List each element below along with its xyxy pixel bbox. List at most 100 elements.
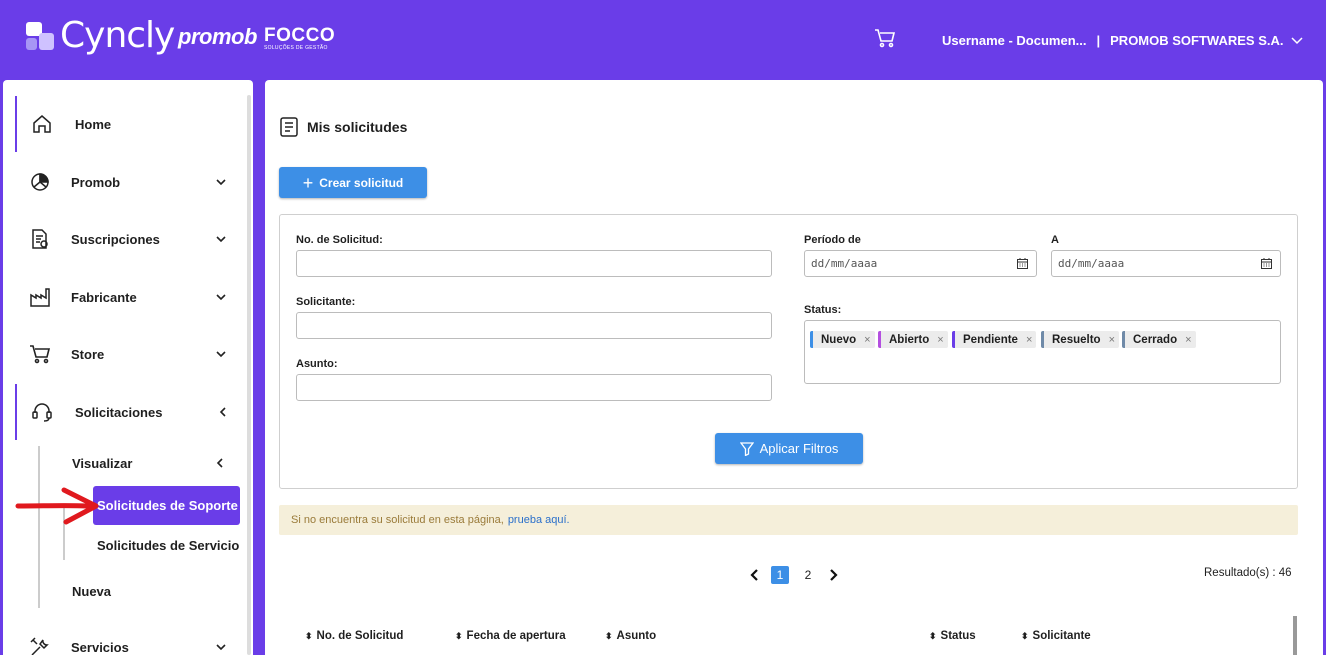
sidebar-item-suscripciones[interactable]: Suscripciones bbox=[15, 214, 237, 264]
subscription-icon bbox=[32, 229, 48, 249]
status-chip-abierto: Abierto × bbox=[878, 331, 948, 348]
create-request-button[interactable]: + Crear solicitud bbox=[279, 167, 427, 198]
sidebar-item-label: Servicios bbox=[71, 639, 129, 655]
factory-icon bbox=[30, 288, 50, 307]
notice-text: Si no encuentra su solicitud en esta pág… bbox=[291, 514, 504, 526]
sidebar: Home Promob Suscripciones Fabricante Sto… bbox=[3, 80, 253, 655]
sidebar-item-promob[interactable]: Promob bbox=[15, 157, 237, 207]
cyncly-logo-mark bbox=[26, 22, 54, 50]
cart-icon[interactable] bbox=[874, 28, 898, 50]
notice-banner: Si no encuentra su solicitud en esta pág… bbox=[279, 505, 1298, 535]
column-header-status[interactable]: ⬍ Status bbox=[929, 630, 976, 642]
chip-label: Cerrado bbox=[1133, 333, 1178, 346]
sort-icon: ⬍ bbox=[1021, 630, 1029, 641]
notice-link[interactable]: prueba aquí. bbox=[508, 514, 570, 526]
close-icon[interactable]: × bbox=[1026, 334, 1032, 346]
page-2-button[interactable]: 2 bbox=[799, 566, 817, 584]
column-label: No. de Solicitud bbox=[316, 630, 404, 642]
chevron-down-icon bbox=[216, 236, 226, 243]
submenu-solicitudes-soporte[interactable]: Solicitudes de Soporte bbox=[93, 486, 240, 525]
period-from-label: Período de bbox=[804, 234, 861, 246]
submenu-solicitudes-servicio[interactable]: Solicitudes de Servicio bbox=[97, 538, 239, 553]
filters-panel: No. de Solicitud: Solicitante: Asunto: P… bbox=[279, 214, 1298, 489]
apply-filters-button[interactable]: Aplicar Filtros bbox=[715, 433, 863, 464]
status-chip-resuelto: Resuelto × bbox=[1041, 331, 1120, 348]
calendar-icon[interactable] bbox=[1017, 258, 1028, 269]
page-title: Mis solicitudes bbox=[279, 116, 407, 138]
chip-color-bar bbox=[1041, 331, 1044, 348]
cart-icon bbox=[30, 345, 51, 364]
status-multiselect[interactable]: Nuevo × Abierto × Pendiente × Resuelto ×… bbox=[804, 320, 1281, 384]
sidebar-item-label: Store bbox=[71, 346, 105, 362]
sidebar-item-label: Promob bbox=[71, 174, 121, 190]
chevron-left-icon[interactable] bbox=[749, 568, 761, 582]
chip-label: Resuelto bbox=[1052, 333, 1101, 346]
table-scrollbar[interactable] bbox=[1293, 616, 1297, 655]
user-menu[interactable]: Username - Documen... | PROMOB SOFTWARES… bbox=[942, 33, 1304, 48]
focco-tagline: SOLUÇÕES DE GESTÃO bbox=[264, 45, 328, 51]
period-to-label: A bbox=[1051, 234, 1059, 246]
close-icon[interactable]: × bbox=[1185, 334, 1191, 346]
date-placeholder: dd/mm/aaaa bbox=[811, 257, 878, 270]
headset-icon bbox=[32, 403, 52, 422]
create-request-label: Crear solicitud bbox=[319, 175, 404, 190]
chevron-down-icon bbox=[216, 351, 226, 358]
sidebar-scrollbar[interactable] bbox=[247, 95, 251, 655]
column-label: Solicitante bbox=[1032, 630, 1091, 642]
cyncly-logo[interactable]: Cyncly bbox=[26, 15, 175, 56]
column-header-number[interactable]: ⬍ No. de Solicitud bbox=[305, 630, 403, 642]
close-icon[interactable]: × bbox=[937, 334, 943, 346]
close-icon[interactable]: × bbox=[864, 334, 870, 346]
chip-color-bar bbox=[878, 331, 881, 348]
chip-label: Abierto bbox=[889, 333, 930, 346]
requester-label: Solicitante: bbox=[296, 296, 356, 308]
sidebar-item-label: Solicitaciones bbox=[75, 404, 163, 420]
status-label: Status: bbox=[804, 304, 842, 316]
username-label: Username - Documen... bbox=[942, 33, 1087, 48]
column-header-subject[interactable]: ⬍ Asunto bbox=[605, 630, 656, 642]
table-header: ⬍ No. de Solicitud ⬍ Fecha de apertura ⬍… bbox=[305, 630, 1285, 648]
company-label: PROMOB SOFTWARES S.A. bbox=[1110, 33, 1284, 48]
sidebar-item-solicitaciones[interactable]: Solicitaciones bbox=[15, 384, 237, 440]
column-label: Fecha de apertura bbox=[466, 630, 566, 642]
apply-filters-label: Aplicar Filtros bbox=[759, 441, 839, 456]
sidebar-item-home[interactable]: Home bbox=[15, 96, 237, 152]
sort-icon: ⬍ bbox=[305, 630, 313, 641]
status-chip-pendiente: Pendiente × bbox=[952, 331, 1037, 348]
page-title-text: Mis solicitudes bbox=[307, 119, 408, 135]
submenu-visualizar[interactable]: Visualizar bbox=[72, 456, 132, 471]
document-icon bbox=[280, 117, 298, 137]
plus-icon: + bbox=[302, 172, 314, 193]
chevron-right-icon[interactable] bbox=[827, 568, 839, 582]
filter-icon bbox=[739, 441, 754, 456]
period-from-date-input[interactable]: dd/mm/aaaa bbox=[804, 250, 1037, 277]
focco-logo: FOCCO SOLUÇÕES DE GESTÃO bbox=[264, 26, 335, 51]
column-header-requester[interactable]: ⬍ Solicitante bbox=[1021, 630, 1091, 642]
user-separator: | bbox=[1096, 33, 1101, 48]
chevron-down-icon bbox=[216, 179, 226, 186]
sort-icon: ⬍ bbox=[455, 630, 463, 641]
sidebar-item-servicios[interactable]: Servicios bbox=[15, 622, 237, 655]
chip-color-bar bbox=[810, 331, 813, 348]
column-header-open-date[interactable]: ⬍ Fecha de apertura bbox=[455, 630, 566, 642]
page-1-button[interactable]: 1 bbox=[771, 566, 789, 584]
chip-label: Pendiente bbox=[963, 333, 1018, 346]
close-icon[interactable]: × bbox=[1109, 334, 1115, 346]
request-number-input[interactable] bbox=[296, 250, 772, 277]
chevron-left-icon bbox=[219, 407, 226, 417]
promob-icon bbox=[31, 173, 49, 191]
top-header: Cyncly promob FOCCO SOLUÇÕES DE GESTÃO U… bbox=[0, 0, 1326, 80]
sidebar-item-label: Home bbox=[75, 116, 112, 132]
submenu-nueva[interactable]: Nueva bbox=[72, 584, 111, 599]
period-to-date-input[interactable]: dd/mm/aaaa bbox=[1051, 250, 1281, 277]
chip-color-bar bbox=[1122, 331, 1125, 348]
annotation-arrow-icon bbox=[15, 487, 99, 525]
sidebar-item-store[interactable]: Store bbox=[15, 329, 237, 379]
subject-input[interactable] bbox=[296, 374, 772, 401]
calendar-icon[interactable] bbox=[1261, 258, 1272, 269]
chip-label: Nuevo bbox=[821, 333, 857, 346]
requester-input[interactable] bbox=[296, 312, 772, 339]
chevron-down-icon bbox=[216, 644, 226, 651]
sidebar-item-fabricante[interactable]: Fabricante bbox=[15, 272, 237, 322]
cyncly-wordmark: Cyncly bbox=[60, 15, 175, 56]
